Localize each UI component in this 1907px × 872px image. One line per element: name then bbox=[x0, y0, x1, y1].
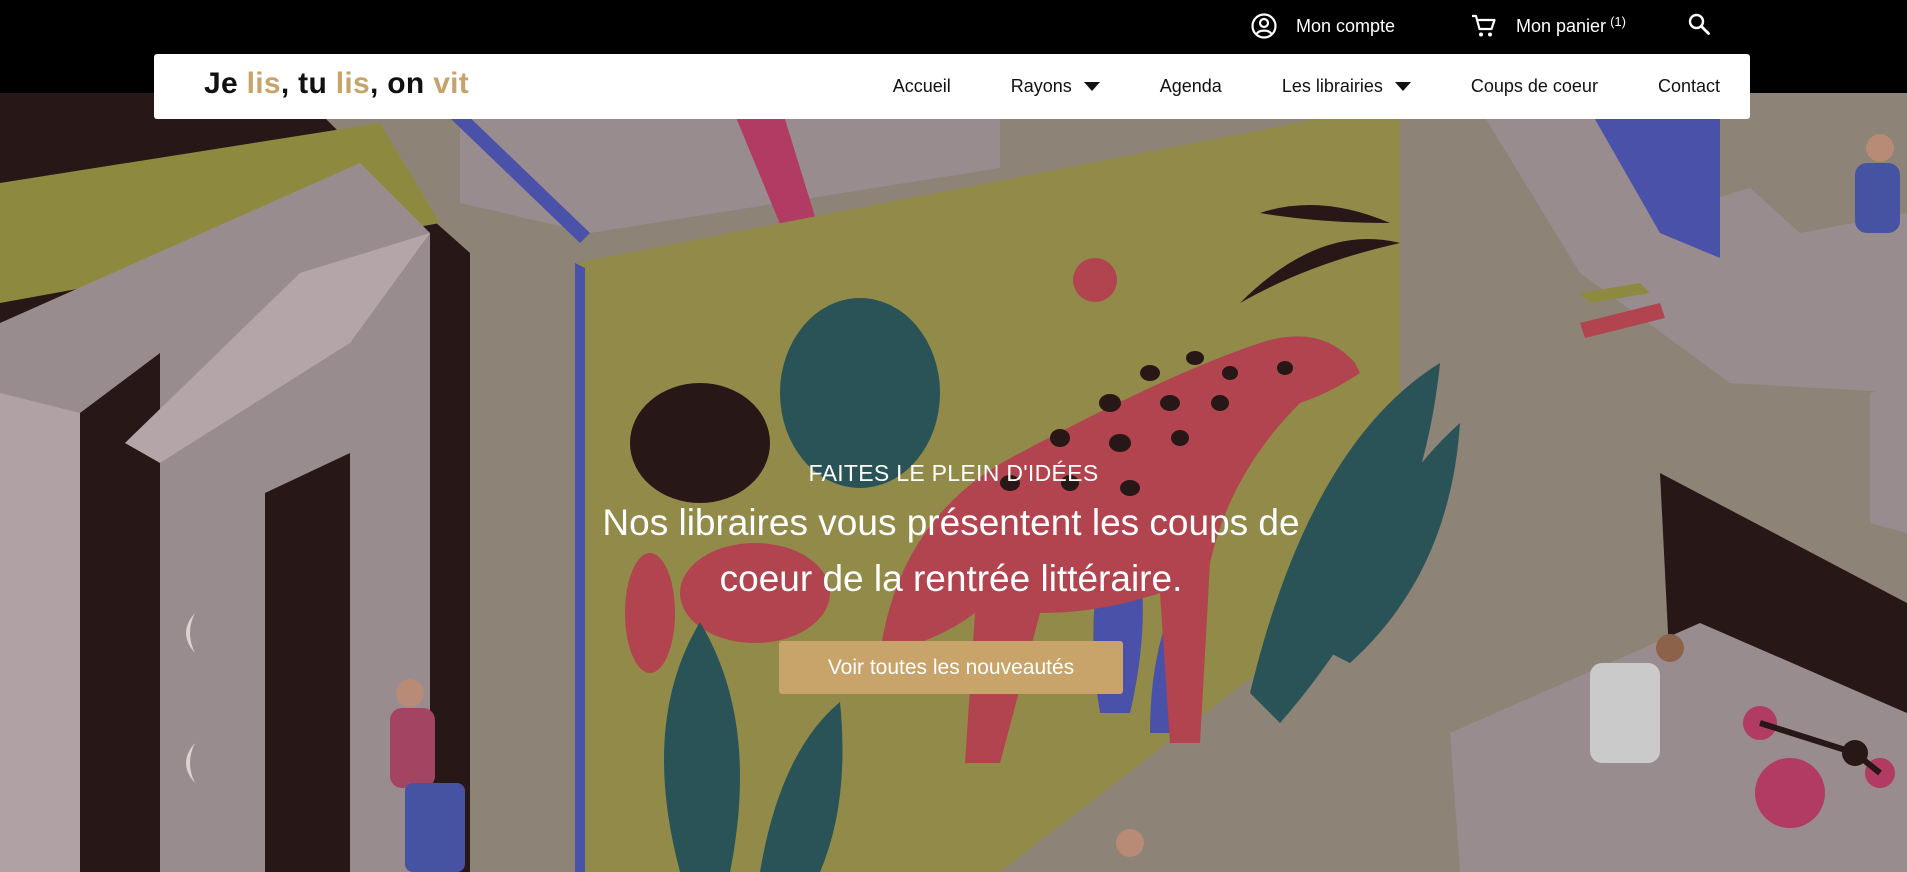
nav-item-accueil[interactable]: Accueil bbox=[893, 76, 951, 97]
see-new-releases-button[interactable]: Voir toutes les nouveautés bbox=[779, 641, 1123, 694]
cart-count-badge: (1) bbox=[1610, 13, 1626, 29]
caret-down-icon bbox=[1394, 82, 1411, 91]
brand-word: Je bbox=[204, 67, 238, 100]
nav-item-contact[interactable]: Contact bbox=[1658, 76, 1720, 97]
nav-item-label: Contact bbox=[1657, 76, 1720, 96]
nav-item-label: Agenda bbox=[1159, 76, 1222, 96]
nav-item-coups-de-coeur[interactable]: Coups de coeur bbox=[1471, 76, 1598, 97]
nav-item-label: Accueil bbox=[892, 76, 951, 96]
brand-word-accent: lis bbox=[335, 67, 370, 100]
nav-item-label: Les librairies bbox=[1281, 76, 1383, 96]
brand-separator: , bbox=[280, 67, 290, 100]
nav-item-agenda[interactable]: Agenda bbox=[1160, 76, 1222, 97]
cart-icon bbox=[1470, 12, 1498, 40]
caret-down-icon bbox=[1083, 82, 1100, 91]
account-label: Mon compte bbox=[1296, 15, 1396, 36]
hero-kicker: FAITES LE PLEIN D'IDÉES bbox=[808, 460, 1099, 486]
nav-item-label: Coups de coeur bbox=[1470, 76, 1598, 96]
brand-word: tu bbox=[298, 67, 328, 100]
nav-item-label: Rayons bbox=[1010, 76, 1072, 96]
hero-headline: Nos libraires vous présentent les coups … bbox=[602, 502, 1300, 599]
brand-word-accent: vit bbox=[433, 67, 470, 100]
brand-word-accent: lis bbox=[246, 67, 281, 100]
search-button[interactable] bbox=[1687, 12, 1711, 36]
account-link[interactable]: Mon compte bbox=[1250, 12, 1395, 40]
search-icon bbox=[1687, 12, 1711, 36]
main-navbar: Je lis, tu lis, on vit Accueil Rayons Ag… bbox=[154, 54, 1750, 119]
hero-banner: FAITES LE PLEIN D'IDÉES Nos libraires vo… bbox=[0, 93, 1907, 872]
brand-separator: , bbox=[370, 67, 379, 100]
cart-label: Mon panier bbox=[1516, 15, 1607, 36]
nav-links: Accueil Rayons Agenda Les librairies Cou… bbox=[893, 54, 1720, 119]
user-circle-icon bbox=[1250, 12, 1278, 40]
cart-link[interactable]: Mon panier (1) bbox=[1470, 12, 1626, 40]
nav-item-librairies[interactable]: Les librairies bbox=[1282, 76, 1411, 97]
brand-word: on bbox=[387, 67, 425, 100]
brand-logo[interactable]: Je lis, tu lis, on vit bbox=[204, 67, 469, 101]
nav-item-rayons[interactable]: Rayons bbox=[1011, 76, 1100, 97]
